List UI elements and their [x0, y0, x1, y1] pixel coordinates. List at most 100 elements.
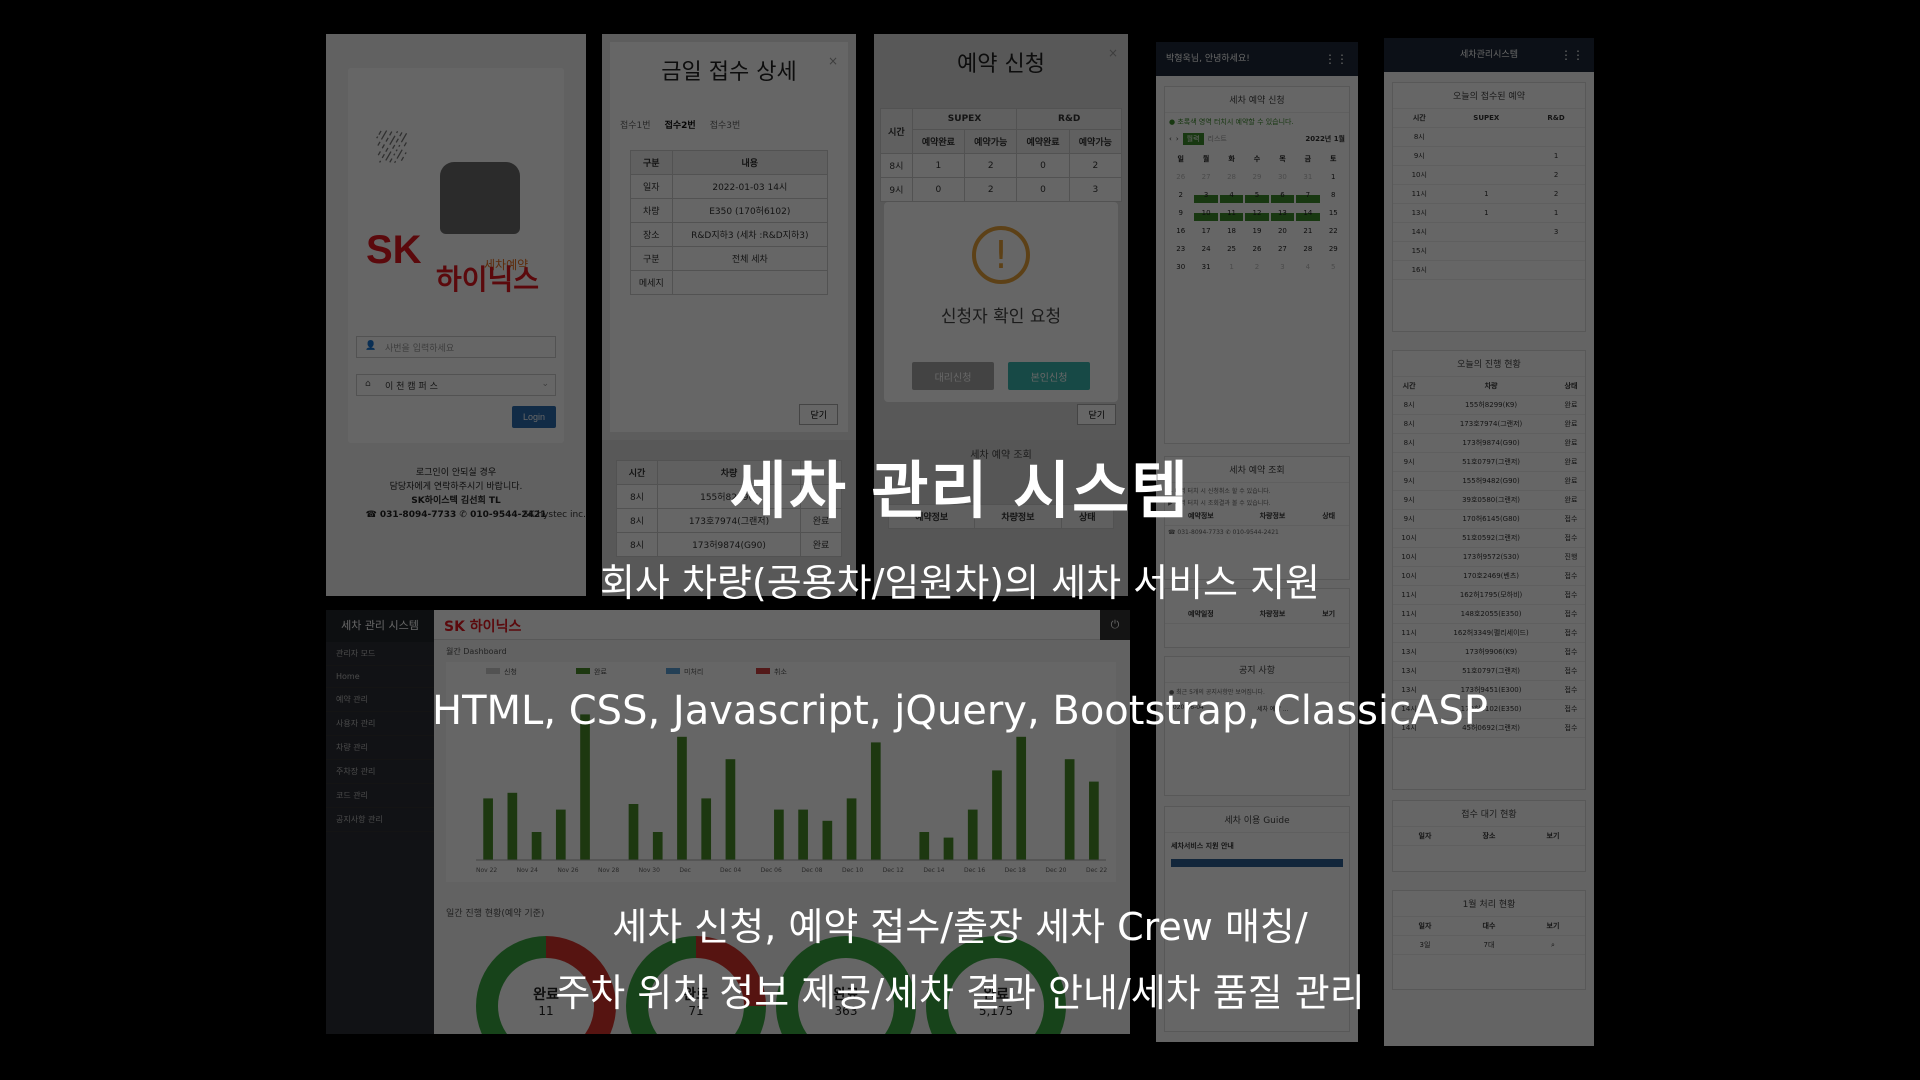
calendar-toolbar: ‹ › 월력 리스트 2022년 1월	[1165, 131, 1349, 147]
tab-receipt-1[interactable]: 접수1번	[620, 118, 651, 131]
table-row: 구분 전체 세차	[630, 246, 829, 271]
table-row: 장소 R&D지하3 (세차 :R&D지하3)	[630, 222, 829, 247]
greeting: 박형욱님, 안녕하세요!	[1166, 54, 1250, 64]
tab-receipt-3[interactable]: 접수3번	[710, 118, 741, 131]
table-row[interactable]: 13시 1 1	[1393, 203, 1585, 223]
table-cell: 10시	[1393, 528, 1426, 548]
calendar-day[interactable]: 4	[1219, 187, 1244, 203]
legend-label: 취소	[774, 668, 787, 676]
dashboard-nav-item[interactable]: 주차장 관리	[326, 760, 434, 784]
table-row[interactable]: 10시 51호0592(그랜저) 접수	[1393, 528, 1585, 548]
table-cell	[1445, 222, 1528, 242]
employee-id-input[interactable]: 👤 사번을 입력하세요	[356, 336, 556, 358]
table-cell: 0	[911, 177, 966, 202]
apps-grid-icon[interactable]: ⋮⋮	[1560, 38, 1584, 72]
table-cell: 1	[1445, 203, 1528, 223]
calendar-day[interactable]: 7	[1296, 187, 1320, 203]
calendar-day[interactable]: 6	[1270, 187, 1295, 203]
table-header: 내용	[671, 150, 829, 175]
table-row[interactable]: 8시 173호7974(그랜저) 완료	[1393, 414, 1585, 434]
calendar-day: 1	[1229, 263, 1234, 271]
chevron-left-icon[interactable]: ‹	[1169, 135, 1172, 143]
power-icon[interactable]: ⏻	[1100, 610, 1130, 640]
close-icon[interactable]: ×	[828, 54, 838, 68]
chart-bar	[1016, 736, 1027, 860]
calendar-day[interactable]: 10	[1194, 205, 1218, 221]
list-panel: 세차관리시스템 ⋮⋮ 오늘의 접수된 예약 시간 SUPEX R&D 8시 9시 1 10시…	[1384, 38, 1594, 1046]
site-select[interactable]: ⌂ 이 천 캠 퍼 스 ⌄	[356, 374, 556, 396]
dashboard-nav-item[interactable]: 차량 관리	[326, 736, 434, 760]
proxy-request-button[interactable]: 대리신청	[912, 362, 994, 390]
headline-features-1: 세차 신청, 예약 접수/출장 세차 Crew 매칭/	[612, 905, 1308, 949]
calendar-day[interactable]: 11	[1219, 205, 1244, 221]
booking-close-button[interactable]: 닫기	[1077, 404, 1116, 425]
weekday-label: 월	[1202, 155, 1210, 163]
table-row[interactable]: 8시 155허8299(K9) 완료	[1393, 395, 1585, 415]
table-cell: 10시	[1393, 165, 1446, 185]
section-title: 오늘의 접수된 예약	[1393, 83, 1585, 109]
calendar-day[interactable]: 3	[1194, 187, 1218, 203]
x-tick-label: Dec 10	[842, 867, 863, 874]
calendar-day: 31	[1303, 173, 1313, 181]
table-row[interactable]: 8시 1 2 0 2	[880, 153, 1123, 178]
table-cell: 51호0797(그랜저)	[1425, 661, 1557, 681]
table-row[interactable]: 8시	[1393, 127, 1585, 147]
chart-bar	[774, 809, 784, 860]
tab-receipt-2[interactable]: 접수2번	[665, 118, 696, 131]
dashboard-nav-item[interactable]: Home	[326, 666, 434, 688]
table-row[interactable]: 14시 3	[1393, 222, 1585, 242]
table-cell: 14시	[1393, 222, 1446, 242]
table-header: 예약일정	[1165, 605, 1237, 624]
calendar-day: 23	[1176, 245, 1186, 253]
chevron-right-icon[interactable]: ›	[1176, 135, 1179, 143]
table-row: 메세지	[630, 270, 829, 295]
table-cell: 2	[1527, 165, 1585, 185]
self-request-button[interactable]: 본인신청	[1008, 362, 1090, 390]
calendar-day[interactable]: 12	[1245, 205, 1269, 221]
table-header: 예약완료	[911, 129, 966, 154]
calendar-day[interactable]: 5	[1245, 187, 1269, 203]
calendar-day: 28	[1303, 245, 1313, 253]
table-row[interactable]: 13시 51호0797(그랜저) 접수	[1393, 661, 1585, 681]
weekday-label: 목	[1279, 155, 1286, 163]
site-select-value: 이 천 캠 퍼 스	[385, 382, 438, 392]
table-row[interactable]: 11시 148호2055(E350) 접수	[1393, 604, 1585, 624]
table-row[interactable]: 9시 1	[1393, 146, 1585, 166]
x-tick-label: Dec 04	[720, 867, 741, 874]
login-button[interactable]: Login	[512, 406, 556, 428]
close-icon[interactable]: ×	[1108, 46, 1118, 60]
detail-table: 구분 내용 일자 2022-01-03 14시 차량 E350 (170허6102) …	[630, 150, 829, 295]
x-tick-label: Dec 18	[1005, 867, 1026, 874]
view-month-button[interactable]: 월력	[1182, 133, 1204, 145]
dashboard-nav-item[interactable]: 코드 관리	[326, 784, 434, 808]
table-row[interactable]: 16시	[1393, 260, 1585, 280]
table-header: 시간	[1393, 109, 1446, 128]
x-tick-label: Nov 22	[476, 867, 497, 874]
table-cell: 완료	[1556, 395, 1585, 415]
calendar-day: 21	[1303, 227, 1313, 235]
table-row[interactable]: 11시 162허3349(펠리세이드) 접수	[1393, 623, 1585, 643]
table-row[interactable]: 13시 173허9906(K9) 접수	[1393, 642, 1585, 662]
table-row[interactable]: 9시 0 2 0 3	[880, 177, 1123, 202]
table-row[interactable]: 11시 1 2	[1393, 184, 1585, 204]
detail-modal-panel: 금일 접수 상세 × 접수1번 접수2번 접수3번 구분 내용 일자 2022-01…	[602, 34, 856, 440]
weekday-label: 수	[1253, 155, 1261, 163]
x-tick-label: Dec 22	[1086, 867, 1107, 874]
table-row: 차량 E350 (170허6102)	[630, 198, 829, 223]
calendar-day[interactable]: 13	[1270, 205, 1295, 221]
section-title: 세차 이용 Guide	[1165, 807, 1349, 833]
employee-id-placeholder: 사번을 입력하세요	[385, 344, 455, 354]
logo-sk: SK	[366, 228, 422, 272]
view-list-button[interactable]: 리스트	[1208, 134, 1227, 144]
headline-features-2: 주차 위치 정보 제공/세차 결과 안내/세차 품질 관리	[555, 971, 1365, 1015]
weekday-label: 금	[1304, 155, 1312, 163]
apps-grid-icon[interactable]: ⋮⋮	[1324, 42, 1348, 76]
detail-close-button[interactable]: 닫기	[799, 404, 838, 425]
dashboard-nav-item[interactable]: 공지사항 관리	[326, 808, 434, 832]
calendar-grid: 일 월 화 수 목 금 토 26 27 28 29 30 31 1 2 3 4 5 6 7 8 9 10 11 12 13 14 15…	[1165, 147, 1349, 279]
calendar-day[interactable]: 14	[1296, 205, 1320, 221]
table-header: 시간	[1393, 377, 1426, 396]
table-header: 예약완료	[1016, 129, 1070, 154]
table-row[interactable]: 10시 2	[1393, 165, 1585, 185]
table-row[interactable]: 15시	[1393, 241, 1585, 261]
